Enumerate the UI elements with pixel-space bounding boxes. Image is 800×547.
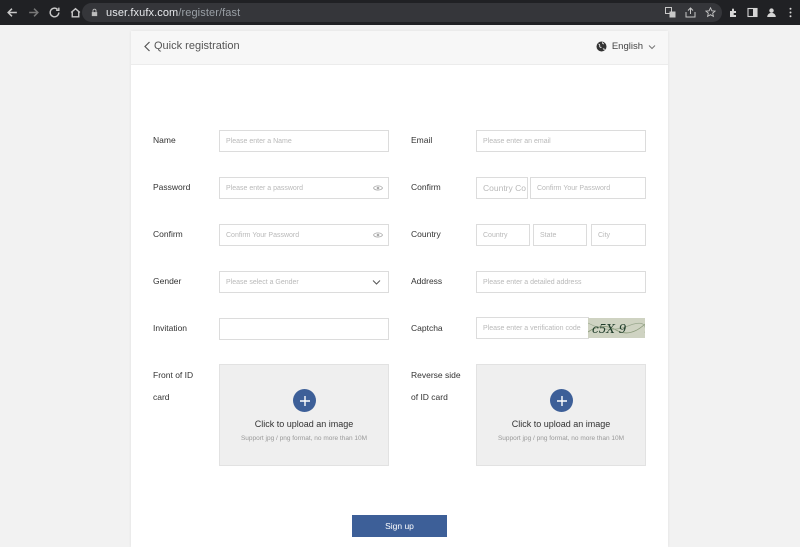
captcha-placeholder: Please enter a verification code — [483, 324, 581, 332]
invitation-label: Invitation — [153, 323, 188, 333]
lock-icon — [90, 8, 100, 18]
back-arrow-icon[interactable] — [3, 4, 21, 22]
url-path: /register/fast — [178, 6, 241, 19]
password-placeholder: Please enter a password — [226, 184, 304, 192]
confirm-label-right: Confirm — [411, 182, 441, 192]
country-input[interactable]: Country — [476, 224, 530, 246]
name-label: Name — [153, 135, 176, 145]
state-placeholder: State — [540, 231, 557, 239]
chevron-left-icon — [144, 41, 150, 51]
gender-label: Gender — [153, 276, 182, 286]
country-code-input[interactable]: Country Co — [476, 177, 528, 199]
captcha-text: c5X 9 — [592, 322, 627, 336]
confirm-password-placeholder: Confirm Your Password — [226, 231, 300, 239]
menu-dots-icon[interactable] — [785, 7, 796, 18]
email-placeholder: Please enter an email — [483, 137, 551, 145]
gender-placeholder: Please select a Gender — [226, 278, 299, 286]
sign-up-button[interactable]: Sign up — [352, 515, 447, 537]
address-label: Address — [411, 276, 443, 286]
id-back-upload[interactable]: Click to upload an image Support jpg / p… — [476, 364, 646, 466]
id-back-label-line2: of ID card — [411, 392, 448, 402]
state-input[interactable]: State — [533, 224, 587, 246]
name-input[interactable]: Please enter a Name — [219, 130, 389, 152]
language-selector[interactable]: English — [596, 41, 656, 52]
email-label: Email — [411, 135, 433, 145]
share-icon[interactable] — [685, 7, 696, 18]
chevron-down-icon — [372, 280, 381, 285]
globe-icon — [596, 41, 607, 52]
password-input[interactable]: Please enter a password — [219, 177, 389, 199]
eye-icon[interactable] — [373, 184, 383, 192]
id-front-upload[interactable]: Click to upload an image Support jpg / p… — [219, 364, 389, 466]
address-placeholder: Please enter a detailed address — [483, 278, 582, 286]
url-domain: user.fxufx.com — [106, 6, 179, 19]
extensions-icon[interactable] — [728, 7, 739, 18]
country-code-placeholder: Country Co — [483, 183, 526, 193]
profile-icon[interactable] — [766, 7, 777, 18]
star-icon[interactable] — [705, 7, 716, 18]
forward-arrow-icon[interactable] — [24, 4, 42, 22]
password-label: Password — [153, 182, 191, 192]
registration-card: Quick registration English Name Please e… — [131, 31, 668, 547]
id-back-label-line1: Reverse side — [411, 370, 461, 380]
captcha-image[interactable]: c5X 9 — [588, 318, 645, 338]
page-title: Quick registration — [154, 40, 240, 52]
id-back-upload-title: Click to upload an image — [511, 419, 611, 429]
url-text: user.fxufx.com/register/fast — [106, 7, 240, 19]
captcha-input[interactable]: Please enter a verification code — [476, 317, 589, 339]
confirm-password-input[interactable]: Confirm Your Password — [219, 224, 389, 246]
language-label: English — [611, 41, 643, 52]
gender-select[interactable]: Please select a Gender — [219, 271, 389, 293]
translate-icon[interactable] — [665, 7, 676, 18]
browser-toolbar: user.fxufx.com/register/fast — [0, 0, 800, 25]
eye-icon[interactable] — [373, 231, 383, 239]
back-link[interactable]: Quick registration — [143, 40, 240, 52]
plus-icon — [550, 389, 573, 412]
id-front-label-line1: Front of ID — [153, 370, 194, 380]
confirm-password-right-input[interactable]: Confirm Your Password — [530, 177, 646, 199]
id-back-upload-hint: Support jpg / png format, no more than 1… — [497, 435, 625, 442]
city-input[interactable]: City — [591, 224, 646, 246]
confirm-password-right-placeholder: Confirm Your Password — [537, 184, 611, 192]
invitation-input[interactable] — [219, 318, 389, 340]
address-input[interactable]: Please enter a detailed address — [476, 271, 646, 293]
plus-icon — [293, 389, 316, 412]
side-panel-icon[interactable] — [747, 7, 758, 18]
captcha-label: Captcha — [411, 323, 443, 333]
id-front-label-line2: card — [153, 392, 170, 402]
email-input[interactable]: Please enter an email — [476, 130, 646, 152]
id-front-upload-title: Click to upload an image — [254, 419, 354, 429]
country-label: Country — [411, 229, 441, 239]
country-placeholder: Country — [483, 231, 508, 239]
id-front-upload-hint: Support jpg / png format, no more than 1… — [240, 435, 368, 442]
card-header: Quick registration English — [131, 31, 668, 65]
confirm-password-label: Confirm — [153, 229, 183, 239]
name-placeholder: Please enter a Name — [226, 137, 292, 145]
chevron-down-icon — [648, 44, 656, 49]
address-bar[interactable]: user.fxufx.com/register/fast — [82, 3, 722, 22]
city-placeholder: City — [598, 231, 611, 239]
reload-icon[interactable] — [45, 4, 63, 22]
